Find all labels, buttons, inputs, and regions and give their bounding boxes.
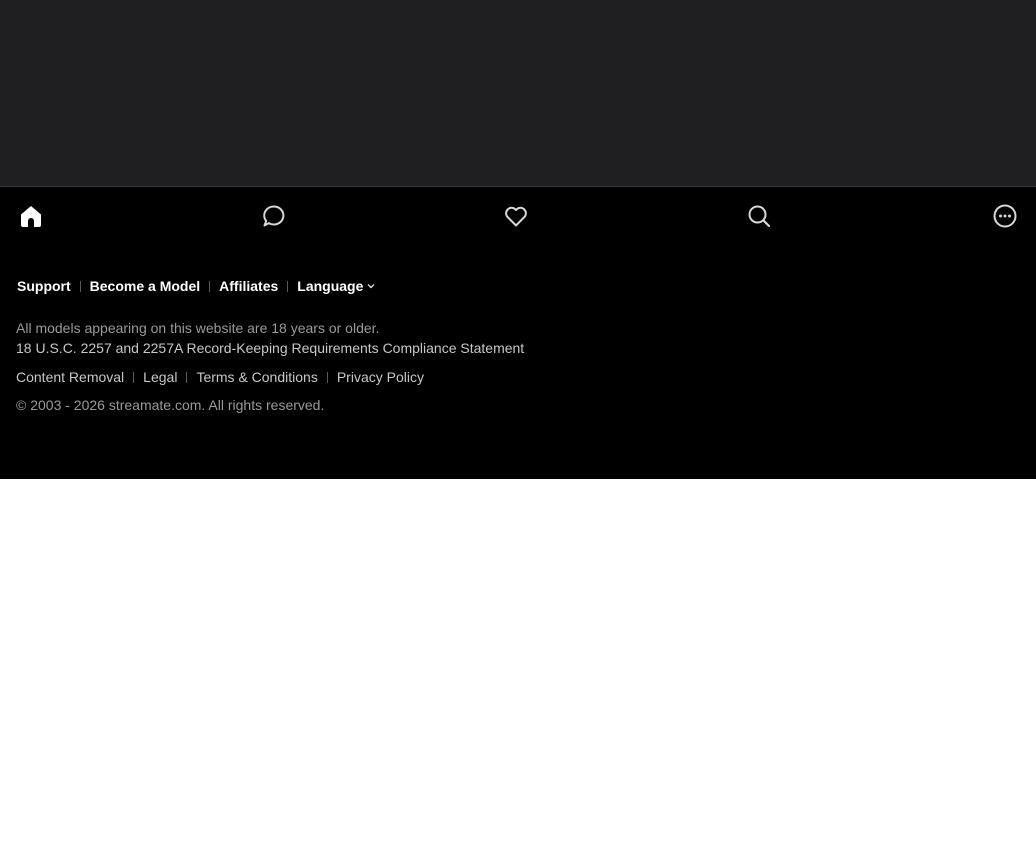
legal-link[interactable]: Legal <box>143 369 177 385</box>
heart-icon <box>505 206 527 227</box>
nav-favorites-button[interactable] <box>501 201 531 231</box>
divider <box>326 371 328 383</box>
nav-search-button[interactable] <box>744 201 774 231</box>
language-label: Language <box>297 278 364 294</box>
support-link[interactable]: Support <box>17 278 71 294</box>
content-area <box>0 0 1036 187</box>
content-removal-link[interactable]: Content Removal <box>16 369 124 385</box>
divider <box>79 280 81 292</box>
chat-icon <box>263 205 285 227</box>
divider <box>133 371 135 383</box>
nav-chat-button[interactable] <box>259 201 289 231</box>
copyright: © 2003 - 2026 streamate.com. All rights … <box>16 397 325 413</box>
footer: Support Become a Model Affiliates Langua… <box>0 187 1036 479</box>
nav-more-button[interactable] <box>990 201 1020 231</box>
legal-links: Content Removal Legal Terms & Conditions… <box>16 369 424 385</box>
age-notice: All models appearing on this website are… <box>16 320 380 336</box>
language-dropdown[interactable]: Language <box>297 278 375 294</box>
divider <box>186 371 188 383</box>
affiliates-link[interactable]: Affiliates <box>219 278 278 294</box>
chevron-down-icon <box>367 284 375 289</box>
compliance-statement-link[interactable]: 18 U.S.C. 2257 and 2257A Record-Keeping … <box>16 340 524 356</box>
bottom-nav-bar <box>0 187 1036 243</box>
privacy-link[interactable]: Privacy Policy <box>337 369 424 385</box>
home-icon <box>21 206 41 227</box>
more-icon <box>993 204 1017 228</box>
become-model-link[interactable]: Become a Model <box>90 278 200 294</box>
nav-home-button[interactable] <box>16 201 46 231</box>
search-icon <box>748 205 771 228</box>
footer-links: Support Become a Model Affiliates Langua… <box>17 278 375 294</box>
divider <box>287 280 289 292</box>
divider <box>209 280 211 292</box>
terms-link[interactable]: Terms & Conditions <box>196 369 317 385</box>
